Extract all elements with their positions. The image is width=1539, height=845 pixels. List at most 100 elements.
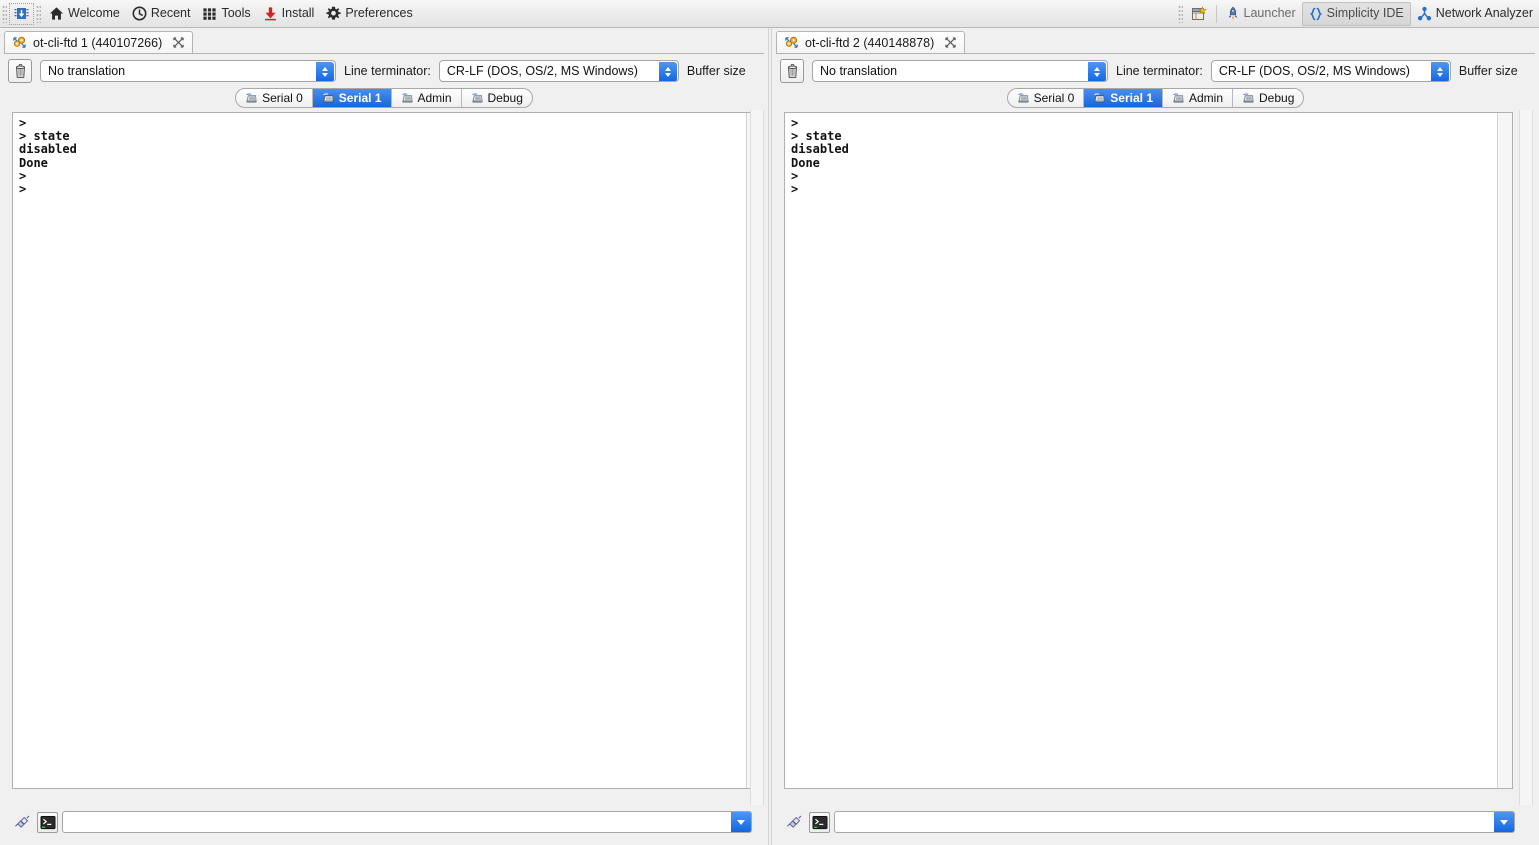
- open-perspective-button[interactable]: [1185, 2, 1213, 26]
- plug-icon: [14, 814, 31, 831]
- serial-tab-label: Serial 0: [262, 91, 303, 105]
- toolbar-item-label: Install: [281, 6, 315, 21]
- connect-toggle-button[interactable]: [784, 812, 805, 833]
- clock-icon: [132, 6, 147, 21]
- serial-tab-admin[interactable]: Admin: [392, 89, 462, 107]
- view-tab-ot-cli-ftd-1[interactable]: ot-cli-ftd 1 (440107266): [4, 31, 194, 53]
- line-terminator-value: CR-LF (DOS, OS/2, MS Windows): [1218, 63, 1410, 78]
- translation-combo-1[interactable]: No translation: [40, 59, 336, 82]
- console-split-container: ot-cli-ftd 1 (440107266) No translation …: [0, 28, 1539, 845]
- toolbar-item-preferences[interactable]: Preferences: [320, 2, 418, 26]
- serial-tab-debug[interactable]: Debug: [462, 89, 532, 107]
- perspective-launcher[interactable]: Launcher: [1220, 2, 1302, 26]
- close-icon[interactable]: [945, 37, 956, 48]
- close-icon[interactable]: [173, 37, 184, 48]
- serial-port-icon: [401, 92, 414, 104]
- chevron-updown-icon[interactable]: [316, 61, 334, 81]
- serial-tab-label: Debug: [1259, 91, 1295, 105]
- serial-port-icon: [322, 92, 335, 104]
- toolbar-item-install[interactable]: Install: [257, 2, 321, 26]
- toolbar-item-label: Recent: [150, 6, 191, 21]
- serial-tab-label: Serial 1: [1110, 91, 1153, 105]
- line-terminator-combo-1[interactable]: CR-LF (DOS, OS/2, MS Windows): [438, 59, 679, 82]
- serial-tabs-wrap-2: Serial 0 Serial 1 Admin Debug: [772, 84, 1539, 108]
- console-output-text[interactable]: > > state disabled Done > >: [13, 113, 746, 788]
- serial-port-icon: [471, 92, 484, 104]
- serial-gears-icon: [12, 35, 27, 50]
- braces-icon: [1309, 7, 1323, 21]
- perspective-simplicity-ide[interactable]: Simplicity IDE: [1301, 1, 1411, 26]
- options-row-2: No translation Line terminator: CR-LF (D…: [772, 54, 1539, 84]
- serial-tab-debug[interactable]: Debug: [1233, 89, 1303, 107]
- toolbar-item-recent[interactable]: Recent: [126, 2, 197, 26]
- console-vertical-scrollbar[interactable]: [1497, 113, 1512, 788]
- buffer-size-label-1: Buffer size: [686, 63, 746, 78]
- serial-tab-admin[interactable]: Admin: [1163, 89, 1234, 107]
- clear-console-button[interactable]: [8, 58, 32, 83]
- chevron-updown-icon[interactable]: [1088, 61, 1106, 81]
- perspective-label: Network Analyzer: [1435, 6, 1533, 21]
- command-input-wrap-1: [62, 811, 752, 833]
- console-output-text[interactable]: > > state disabled Done > >: [785, 113, 1497, 788]
- toolbar-item-label: Tools: [221, 6, 251, 21]
- toolbar-drag-handle[interactable]: [2, 4, 7, 23]
- perspective-label: Simplicity IDE: [1326, 6, 1404, 21]
- serial-tab-serial-1[interactable]: Serial 1: [312, 89, 392, 107]
- command-history-dropdown[interactable]: [1494, 812, 1514, 832]
- command-input[interactable]: [834, 811, 1515, 833]
- chevron-updown-icon[interactable]: [658, 61, 677, 81]
- perspective-drag-handle[interactable]: [1177, 4, 1183, 23]
- serial-tab-label: Debug: [487, 91, 523, 105]
- serial-port-icon: [1093, 92, 1106, 104]
- toolbar-item-tools[interactable]: Tools: [196, 2, 256, 26]
- serial-port-icon: [1242, 92, 1255, 104]
- serial-tab-serial-0[interactable]: Serial 0: [236, 89, 313, 107]
- terminal-icon: [812, 815, 828, 830]
- view-tabbar-1: ot-cli-ftd 1 (440107266): [4, 31, 764, 54]
- toolbar-item-welcome[interactable]: Welcome: [43, 2, 126, 26]
- serial-console-panel-1: ot-cli-ftd 1 (440107266) No translation …: [0, 28, 768, 845]
- view-tabbar-2: ot-cli-ftd 2 (440148878): [776, 31, 1535, 54]
- plug-icon: [786, 814, 803, 831]
- panel-scrollbar-2[interactable]: [1519, 110, 1533, 805]
- chevron-updown-icon[interactable]: [1430, 61, 1449, 81]
- line-terminator-label-2: Line terminator:: [1116, 63, 1203, 78]
- home-icon: [49, 6, 64, 21]
- main-toolbar: Welcome Recent Tools Install Preferences…: [0, 0, 1539, 28]
- serial-port-icon: [1172, 92, 1185, 104]
- options-row-1: No translation Line terminator: CR-LF (D…: [0, 54, 768, 84]
- view-tab-ot-cli-ftd-2[interactable]: ot-cli-ftd 2 (440148878): [776, 31, 966, 53]
- command-input[interactable]: [62, 811, 752, 833]
- open-perspective-icon: [1191, 5, 1207, 22]
- perspective-network-analyzer[interactable]: Network Analyzer: [1411, 2, 1539, 26]
- view-tab-label: ot-cli-ftd 2 (440148878): [805, 35, 935, 50]
- chevron-down-icon: [1500, 819, 1508, 825]
- toolbar-right-group: Launcher Simplicity IDE Network Analyzer: [1176, 0, 1539, 28]
- buffer-size-label-2: Buffer size: [1458, 63, 1518, 78]
- command-history-dropdown[interactable]: [731, 812, 751, 832]
- serial-tabs-wrap-1: Serial 0 Serial 1 Admin Debug: [0, 84, 768, 108]
- connect-toggle-button[interactable]: [12, 812, 33, 833]
- command-input-wrap-2: [834, 811, 1515, 833]
- serial-tab-serial-1[interactable]: Serial 1: [1084, 89, 1163, 107]
- trash-icon: [13, 63, 28, 79]
- toolbar-drag-handle-2[interactable]: [36, 4, 41, 23]
- clear-console-button[interactable]: [780, 58, 804, 83]
- translation-combo-2[interactable]: No translation: [812, 59, 1108, 82]
- panel-scrollbar-1[interactable]: [750, 110, 764, 805]
- serial-gears-icon: [784, 35, 799, 50]
- command-input-row-1: [12, 811, 752, 833]
- gear-icon: [326, 6, 341, 21]
- console-mode-button[interactable]: [37, 811, 58, 833]
- network-icon: [1417, 6, 1432, 21]
- line-terminator-combo-2[interactable]: CR-LF (DOS, OS/2, MS Windows): [1210, 59, 1451, 82]
- trash-icon: [785, 63, 800, 79]
- serial-console-panel-2: ot-cli-ftd 2 (440148878) No translation …: [772, 28, 1539, 845]
- view-tab-label: ot-cli-ftd 1 (440107266): [33, 35, 163, 50]
- translation-value: No translation: [820, 63, 898, 78]
- toolbar-separator: [1215, 4, 1217, 23]
- serial-tab-serial-0[interactable]: Serial 0: [1008, 89, 1085, 107]
- toolbar-item-chip[interactable]: [9, 2, 34, 25]
- chevron-down-icon: [737, 819, 745, 825]
- console-mode-button[interactable]: [809, 811, 830, 833]
